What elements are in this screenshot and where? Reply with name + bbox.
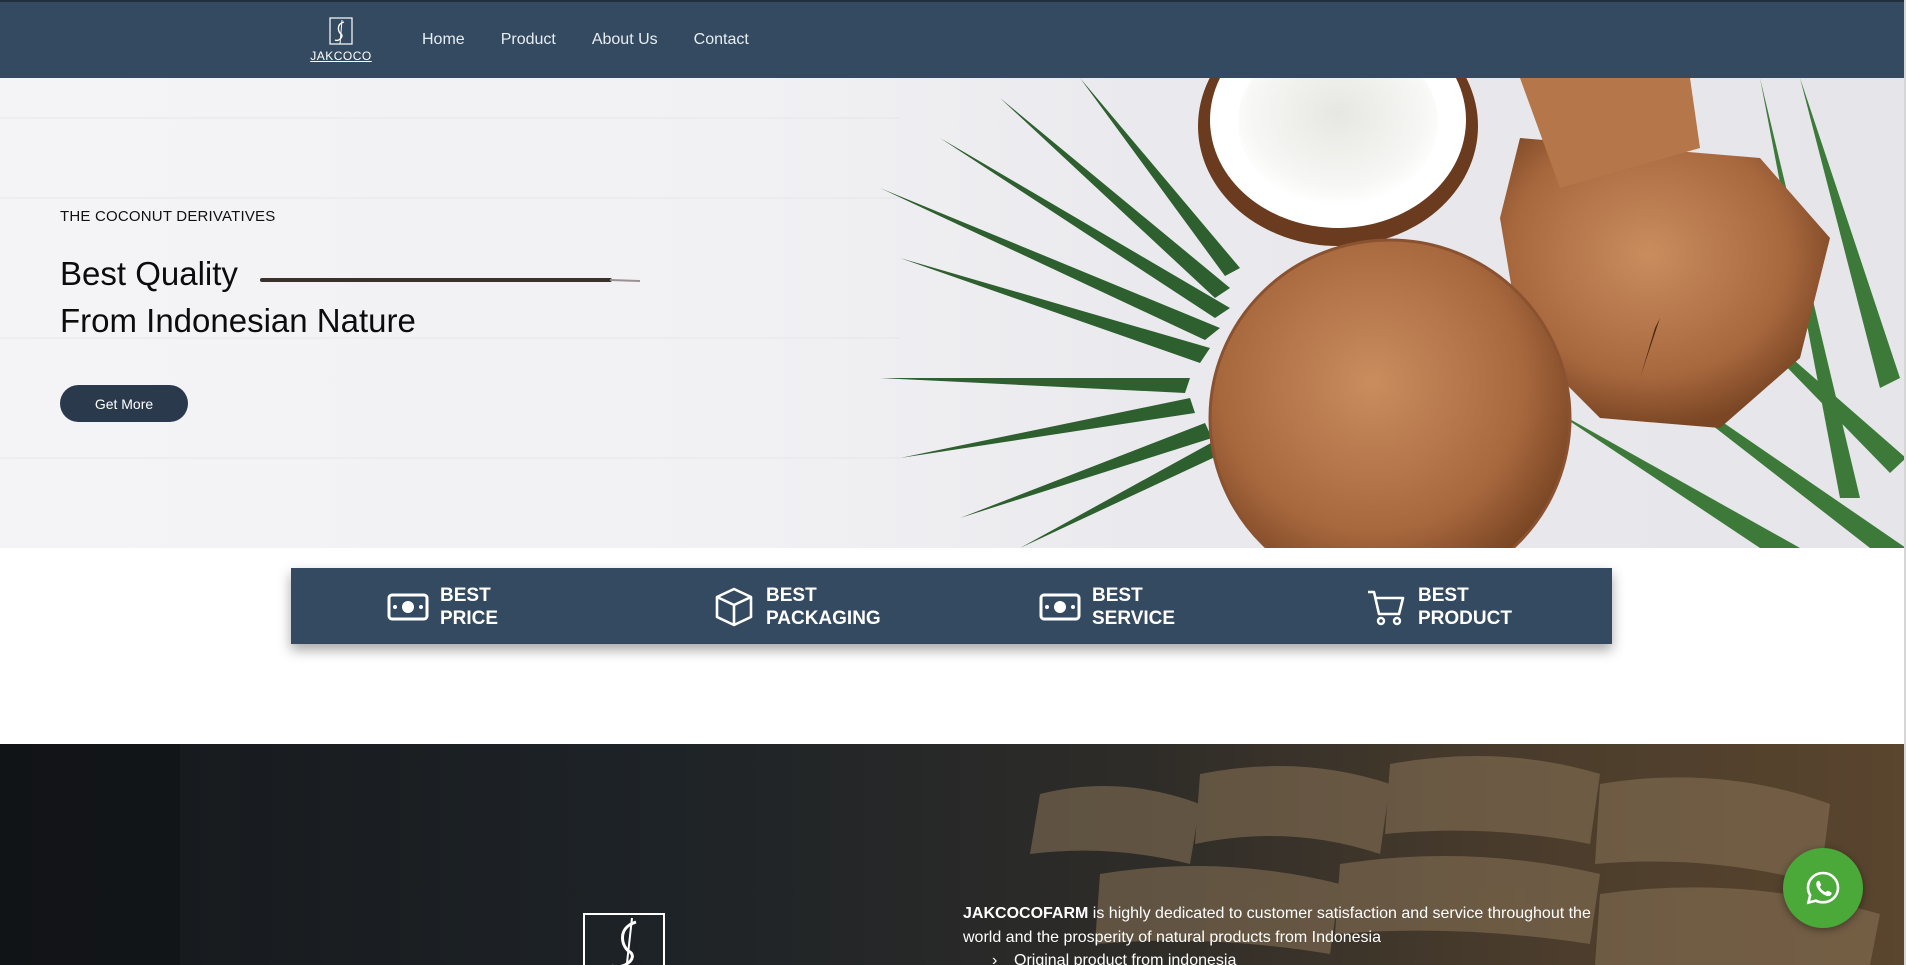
- about-bullet-item: › Original product from indonesia: [992, 952, 1236, 965]
- logo-text: JAKCOCO: [310, 49, 372, 63]
- whatsapp-icon: [1806, 871, 1840, 905]
- about-logo: [582, 912, 668, 965]
- feature-best-price: BEST PRICE: [386, 584, 498, 630]
- feature-best-product: BEST PRODUCT: [1364, 584, 1512, 630]
- about-brand: JAKCOCOFARM: [963, 905, 1089, 922]
- hero-title-line-2: From Indonesian Nature: [60, 302, 416, 339]
- about-section: JAKCOCOFARM is highly dedicated to custo…: [0, 744, 1906, 965]
- feature-best-product-line-2: PRODUCT: [1418, 608, 1512, 629]
- nav-link-home[interactable]: Home: [422, 31, 465, 49]
- hero-eyebrow: THE COCONUT DERIVATIVES: [60, 208, 276, 225]
- feature-best-price-line-1: BEST: [440, 585, 491, 606]
- feature-best-price-line-2: PRICE: [440, 608, 499, 629]
- feature-best-packaging-line-1: BEST: [766, 585, 817, 606]
- navbar: JAKCOCO Home Product About Us Contact: [0, 0, 1906, 78]
- nav-menu: Home Product About Us Contact: [422, 31, 749, 49]
- nav-link-contact[interactable]: Contact: [694, 31, 749, 49]
- money-bill-icon: [386, 585, 430, 629]
- box-icon: [712, 585, 756, 629]
- about-description: JAKCOCOFARM is highly dedicated to custo…: [963, 902, 1603, 950]
- feature-bar: BEST PRICE BEST PACKAGING BEST SERVICE B…: [291, 568, 1612, 644]
- feature-best-packaging: BEST PACKAGING: [712, 584, 881, 630]
- get-more-button[interactable]: Get More: [60, 385, 188, 422]
- feature-best-product-line-1: BEST: [1418, 585, 1469, 606]
- whatsapp-button[interactable]: [1783, 848, 1863, 928]
- hero-title: Best Quality From Indonesian Nature: [60, 250, 416, 344]
- nav-link-about-us[interactable]: About Us: [592, 31, 658, 49]
- about-bullet-text: Original product from indonesia: [1014, 952, 1237, 965]
- hero-title-line-1: Best Quality: [60, 255, 238, 292]
- logo-mark-icon: [583, 913, 665, 965]
- logo[interactable]: JAKCOCO: [306, 16, 376, 64]
- feature-best-packaging-line-2: PACKAGING: [766, 608, 881, 629]
- feature-best-service-line-2: SERVICE: [1092, 608, 1176, 629]
- logo-mark-icon: [329, 17, 353, 45]
- warehouse-background-image: [0, 744, 1880, 965]
- nav-link-product[interactable]: Product: [501, 31, 556, 49]
- feature-best-service: BEST SERVICE: [1038, 584, 1175, 630]
- chevron-right-icon: ›: [992, 952, 998, 965]
- cart-icon: [1364, 585, 1408, 629]
- feature-best-service-line-1: BEST: [1092, 585, 1143, 606]
- hero-banner: THE COCONUT DERIVATIVES Best Quality Fro…: [0, 78, 1906, 548]
- money-bill-icon: [1038, 585, 1082, 629]
